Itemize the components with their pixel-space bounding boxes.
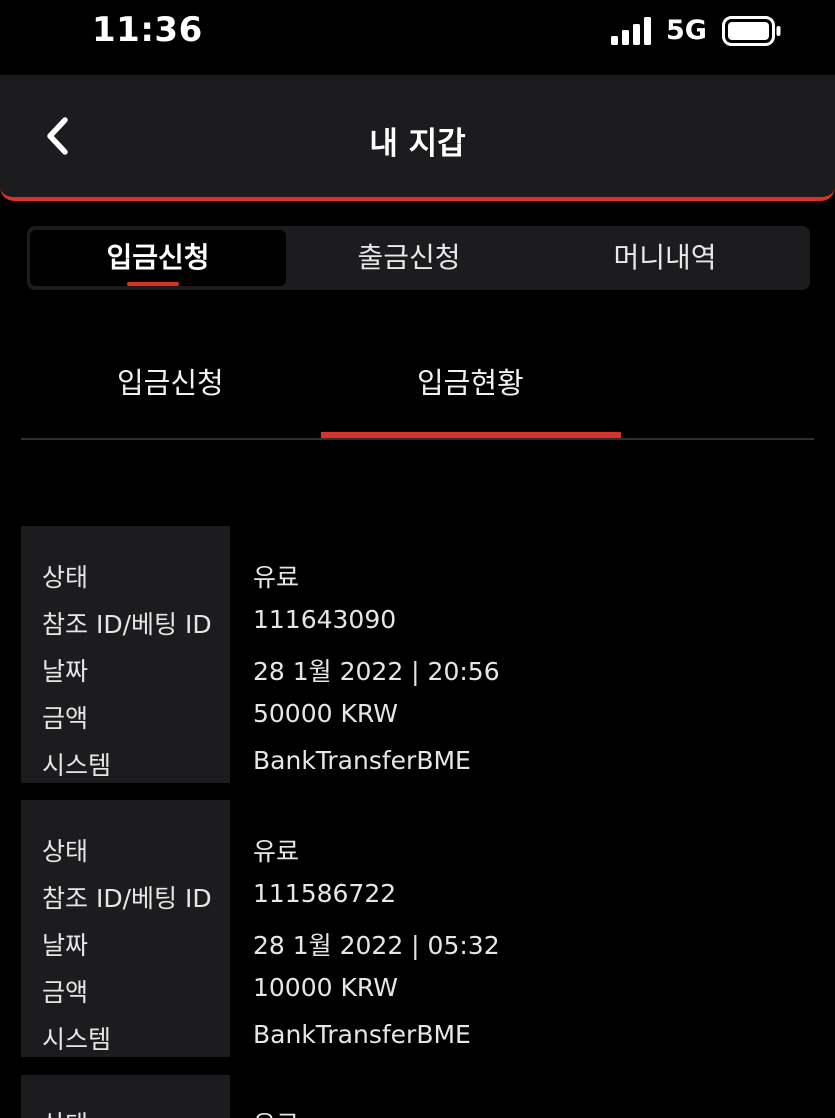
record-value: 28 1월 2022 | 05:32 (253, 931, 500, 960)
record-row-amount: 금액 50000 KRW (21, 699, 814, 746)
record-label: 날짜 (42, 657, 89, 686)
app-header: 내 지갑 (0, 75, 835, 201)
status-time: 11:36 (92, 10, 203, 50)
record-label: 시스템 (42, 751, 112, 780)
battery-icon (722, 16, 781, 46)
record-label: 참조 ID/베팅 ID (42, 884, 212, 913)
record-row-system: 시스템 BankTransferBME (21, 746, 814, 793)
deposit-record: 상태 유료 참조 ID/베팅 ID 111643090 날짜 28 1월 202… (21, 526, 814, 783)
record-value: BankTransferBME (253, 746, 471, 775)
record-label: 상태 (42, 1105, 88, 1118)
record-value: 50000 KRW (253, 699, 398, 728)
record-value: 유료 (253, 837, 300, 866)
deposit-record: 상태 유료 참조 ID/베팅 ID 111586722 날짜 28 1월 202… (21, 800, 814, 1057)
record-value: 유료 (253, 1105, 299, 1118)
tab-deposit-status[interactable]: 입금현황 (417, 360, 524, 402)
wallet-segmented-control: 입금신청 출금신청 머니내역 (27, 226, 810, 290)
record-label: 날짜 (42, 931, 89, 960)
tab-active-indicator (321, 432, 621, 438)
segment-money-history[interactable]: 머니내역 (537, 226, 793, 290)
record-label: 상태 (42, 563, 89, 592)
record-row-amount: 금액 10000 KRW (21, 973, 814, 1020)
tab-deposit-request[interactable]: 입금신청 (117, 360, 224, 402)
record-value: BankTransferBME (253, 1020, 471, 1049)
record-row-status: 상태 유료 (21, 832, 814, 879)
record-value: 111586722 (253, 879, 397, 908)
cellular-signal-icon (611, 17, 651, 45)
record-row-reference-id: 참조 ID/베팅 ID 111643090 (21, 605, 814, 652)
record-row-status: 상태 유료 (21, 1105, 814, 1118)
segment-active-indicator (127, 282, 179, 286)
record-value: 10000 KRW (253, 973, 398, 1002)
record-label: 상태 (42, 837, 89, 866)
record-row-system: 시스템 BankTransferBME (21, 1020, 814, 1067)
status-bar: 11:36 5G (0, 0, 835, 66)
record-value: 111643090 (253, 605, 397, 634)
network-label: 5G (666, 15, 707, 46)
record-label: 시스템 (42, 1025, 112, 1054)
record-label: 참조 ID/베팅 ID (42, 610, 212, 639)
record-row-reference-id: 참조 ID/베팅 ID 111586722 (21, 879, 814, 926)
tab-divider (21, 438, 814, 440)
segment-deposit-request[interactable]: 입금신청 (30, 230, 286, 286)
record-row-status: 상태 유료 (21, 558, 814, 605)
segment-withdraw-request[interactable]: 출금신청 (281, 226, 537, 290)
record-label: 금액 (42, 704, 89, 733)
record-value: 28 1월 2022 | 20:56 (253, 657, 500, 686)
page-title: 내 지갑 (369, 126, 466, 162)
record-row-date: 날짜 28 1월 2022 | 05:32 (21, 926, 814, 973)
deposit-record: 상태 유료 (21, 1075, 814, 1118)
record-label: 금액 (42, 978, 89, 1007)
record-row-date: 날짜 28 1월 2022 | 20:56 (21, 652, 814, 699)
record-value: 유료 (253, 563, 300, 592)
